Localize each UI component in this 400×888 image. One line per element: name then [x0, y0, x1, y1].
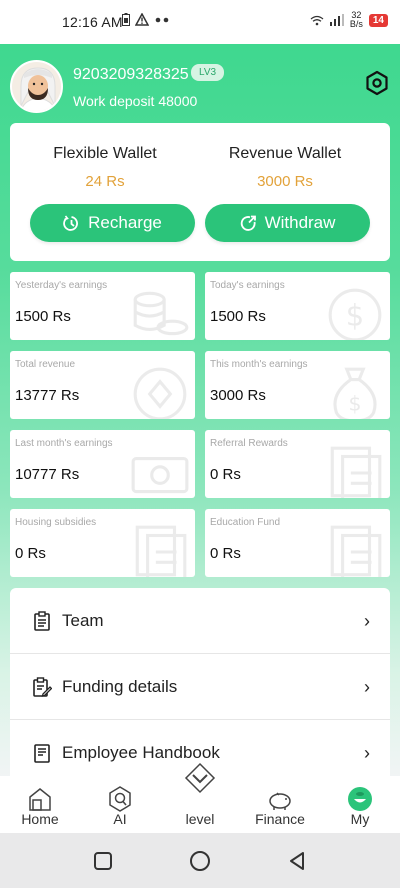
status-time: 12:16 AM: [62, 14, 123, 30]
warning-icon: [135, 13, 149, 26]
status-bar: 12:16 AM 32 B/s 14: [0, 0, 400, 44]
recent-apps-icon[interactable]: [92, 850, 114, 872]
network-speed-unit: B/s: [349, 19, 363, 29]
settings-icon[interactable]: [364, 70, 390, 96]
battery-level: 14: [368, 13, 388, 27]
document-edit-icon: [33, 677, 52, 697]
stat-referral-rewards: Referral Rewards 0 Rs: [205, 430, 390, 498]
revenue-wallet: Revenue Wallet 3000 Rs: [190, 145, 380, 190]
tab-ai[interactable]: AI: [80, 776, 160, 833]
stat-value: 1500 Rs: [15, 308, 71, 325]
withdraw-button[interactable]: Withdraw: [205, 204, 370, 242]
stat-value: 0 Rs: [210, 545, 241, 562]
wifi-icon: [310, 15, 324, 25]
stat-yesterday-earnings: Yesterday's earnings 1500 Rs: [10, 272, 195, 340]
stat-label: Referral Rewards: [210, 438, 288, 449]
withdraw-icon: [240, 215, 256, 231]
coins-icon: [133, 291, 189, 336]
bottom-tab-bar: Home AI level Finance My: [0, 762, 400, 833]
svg-text:$: $: [348, 392, 361, 416]
menu-item-label: Funding details: [62, 677, 178, 696]
avatar-illustration: [12, 62, 61, 111]
stat-label: Last month's earnings: [15, 438, 113, 449]
avatar[interactable]: [10, 60, 63, 113]
stat-label: Today's earnings: [210, 280, 285, 291]
withdraw-label: Withdraw: [264, 213, 336, 232]
document-icon: [135, 525, 187, 577]
revenue-wallet-label: Revenue Wallet: [228, 145, 342, 162]
home-icon: [29, 788, 51, 811]
menu-item-label: Employee Handbook: [62, 743, 220, 762]
status-system-icons: 32 B/s 14: [310, 11, 388, 29]
menu-list: Team › Funding details › Employee Handbo…: [10, 588, 390, 788]
wallet-card: Flexible Wallet 24 Rs Revenue Wallet 300…: [10, 123, 390, 261]
stat-today-earnings: Today's earnings 1500 Rs $: [205, 272, 390, 340]
handbook-icon: [34, 744, 50, 763]
stat-value: 13777 Rs: [15, 387, 80, 404]
money-bag-icon: $: [333, 367, 377, 419]
ai-icon: [109, 786, 131, 812]
level-badge: LV3: [191, 64, 225, 81]
stat-value: 0 Rs: [210, 466, 241, 483]
stat-value: 1500 Rs: [210, 308, 266, 325]
user-icon: [348, 787, 372, 811]
chevron-right-icon: ›: [364, 676, 370, 697]
user-phone: 9203209328325: [73, 66, 189, 83]
tab-finance[interactable]: Finance: [240, 776, 320, 833]
stat-education-fund: Education Fund 0 Rs: [205, 509, 390, 577]
document-icon: [330, 446, 382, 498]
signal-icon: [329, 14, 344, 26]
clipboard-list-icon: [34, 611, 50, 631]
revenue-wallet-value: 3000 Rs: [257, 173, 313, 190]
stat-label: This month's earnings: [210, 359, 308, 370]
stat-this-month-earnings: This month's earnings 3000 Rs $: [205, 351, 390, 419]
battery-saver-icon: [122, 13, 130, 26]
banknote-icon: [131, 456, 189, 494]
stat-label: Yesterday's earnings: [15, 280, 108, 291]
stat-last-month-earnings: Last month's earnings 10777 Rs: [10, 430, 195, 498]
tab-label: My: [350, 811, 370, 827]
network-speed: 32 B/s: [350, 11, 363, 29]
tab-label: level: [185, 811, 215, 827]
work-deposit: Work deposit 48000: [73, 93, 198, 109]
menu-item-funding-details[interactable]: Funding details ›: [10, 654, 390, 720]
flexible-wallet-label: Flexible Wallet: [53, 145, 157, 162]
stat-total-revenue: Total revenue 13777 Rs: [10, 351, 195, 419]
tab-label: Home: [21, 811, 59, 827]
more-notifications-icon: [155, 17, 169, 22]
level-icon: [184, 762, 216, 794]
back-icon[interactable]: [286, 850, 308, 872]
recharge-button[interactable]: Recharge: [30, 204, 195, 242]
recharge-label: Recharge: [88, 213, 162, 232]
flexible-wallet: Flexible Wallet 24 Rs: [10, 145, 200, 190]
flexible-wallet-value: 24 Rs: [85, 173, 125, 190]
revenue-coin-icon: [133, 367, 187, 419]
svg-text:$: $: [346, 298, 364, 332]
stat-label: Housing subsidies: [15, 517, 97, 528]
tab-home[interactable]: Home: [0, 776, 80, 833]
stat-label: Education Fund: [210, 517, 281, 528]
menu-item-label: Team: [62, 611, 104, 630]
chevron-right-icon: ›: [364, 610, 370, 631]
tab-my[interactable]: My: [320, 776, 400, 833]
document-icon: [330, 525, 382, 577]
piggy-bank-icon: [269, 792, 291, 810]
menu-item-team[interactable]: Team ›: [10, 588, 390, 654]
chevron-right-icon: ›: [364, 742, 370, 763]
system-navigation-bar: [0, 833, 400, 888]
stat-label: Total revenue: [15, 359, 76, 370]
stat-housing-subsidies: Housing subsidies 0 Rs: [10, 509, 195, 577]
recharge-icon: [63, 215, 79, 231]
tab-level[interactable]: level: [160, 762, 240, 833]
stat-value: 3000 Rs: [210, 387, 266, 404]
status-notification-icons: [122, 13, 170, 26]
home-button-icon[interactable]: [189, 850, 211, 872]
stat-value: 10777 Rs: [15, 466, 80, 483]
tab-label: AI: [113, 811, 127, 827]
dollar-coin-icon: $: [328, 288, 382, 340]
tab-label: Finance: [255, 811, 305, 827]
stat-value: 0 Rs: [15, 545, 46, 562]
profile-header: 9203209328325 LV3 Work deposit 48000: [0, 44, 400, 122]
